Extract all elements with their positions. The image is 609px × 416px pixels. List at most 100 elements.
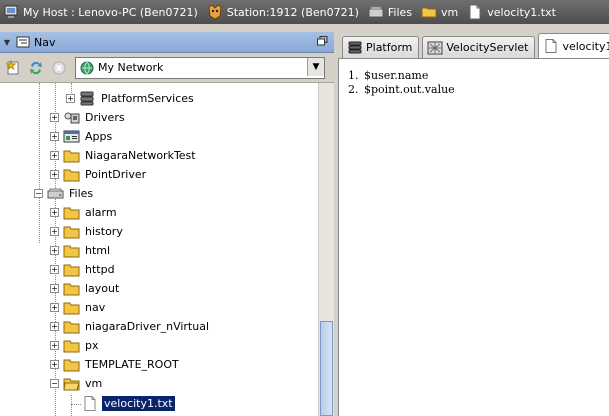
breadcrumb-host[interactable]: My Host : Lenovo-PC (Ben0721) — [0, 0, 204, 24]
expand-plus-icon[interactable]: + — [50, 151, 59, 160]
station-icon — [208, 4, 222, 20]
expand-plus-icon[interactable]: + — [50, 246, 59, 255]
tree-node-label: alarm — [85, 206, 117, 219]
services-icon — [80, 91, 94, 106]
folder-icon — [63, 283, 80, 296]
new-tree-button[interactable] — [3, 58, 23, 78]
collapse-minus-icon[interactable]: − — [50, 379, 59, 388]
line-text: $point.out.value — [364, 83, 455, 96]
tree-node-alarm[interactable]: + alarm — [50, 203, 119, 222]
breadcrumb-label: Files — [387, 5, 413, 19]
breadcrumb-station[interactable]: Station:1912 (Ben0721) — [204, 0, 365, 24]
breadcrumb-label: Station:1912 (Ben0721) — [226, 5, 359, 19]
refresh-button[interactable] — [26, 58, 46, 78]
folder-icon — [63, 169, 80, 182]
breadcrumb-file[interactable]: velocity1.txt — [464, 0, 562, 24]
tab-platform[interactable]: Platform — [342, 36, 420, 58]
breadcrumb: My Host : Lenovo-PC (Ben0721) Station:19… — [0, 0, 609, 24]
tree-node-label: nav — [85, 301, 106, 314]
folder-icon — [63, 245, 80, 258]
folder-open-icon — [63, 378, 80, 391]
expand-plus-icon[interactable]: + — [50, 341, 59, 350]
nav-title: Nav — [34, 35, 56, 49]
collapse-minus-icon[interactable]: − — [34, 189, 43, 198]
breadcrumb-label: My Host : Lenovo-PC (Ben0721) — [23, 5, 198, 19]
toolbar-gap — [0, 24, 609, 32]
tree-node-label: Drivers — [85, 111, 125, 124]
expand-plus-icon[interactable]: + — [50, 360, 59, 369]
tree-node-px[interactable]: + px — [50, 336, 101, 355]
network-select-value: My Network — [98, 61, 164, 74]
tab-label: VelocityServlet — [446, 41, 529, 54]
tree-node-nav[interactable]: + nav — [50, 298, 107, 317]
editor-line[interactable]: 1. $user.name — [348, 69, 428, 82]
tree-node-label: vm — [85, 377, 103, 390]
close-circle-icon — [52, 61, 66, 74]
tab-label: velocity1.txt — [562, 39, 609, 53]
tree-node-apps[interactable]: + Apps — [50, 127, 114, 146]
expand-plus-icon[interactable]: + — [50, 227, 59, 236]
platform-icon — [348, 41, 362, 53]
chevron-down-icon[interactable]: ▼ — [307, 57, 324, 76]
expand-plus-icon[interactable]: + — [66, 94, 75, 103]
tree-node-label: Files — [69, 187, 94, 200]
tree-node-niagaranetworktest[interactable]: + NiagaraNetworkTest — [50, 146, 198, 165]
expand-plus-icon[interactable]: + — [50, 132, 59, 141]
tree-scrollbar[interactable] — [318, 83, 335, 416]
scrollbar-thumb[interactable] — [320, 321, 333, 416]
tree-node-html[interactable]: + html — [50, 241, 112, 260]
tree-node-template-root[interactable]: + TEMPLATE_ROOT — [50, 355, 181, 374]
globe-icon — [80, 61, 94, 75]
breadcrumb-label: velocity1.txt — [487, 5, 556, 19]
drivers-icon — [64, 112, 80, 124]
text-editor[interactable]: 1. $user.name 2. $point.out.value — [338, 58, 609, 416]
expand-plus-icon[interactable]: + — [50, 265, 59, 274]
tree-node-history[interactable]: + history — [50, 222, 125, 241]
folder-icon — [63, 207, 80, 220]
line-text: $user.name — [364, 69, 429, 82]
expand-plus-icon[interactable]: + — [50, 170, 59, 179]
tree-node-label: NiagaraNetworkTest — [85, 149, 196, 162]
tree-node-niagaradriver-nvirtual[interactable]: + niagaraDriver_nVirtual — [50, 317, 211, 336]
network-select[interactable]: My Network ▼ — [75, 56, 325, 79]
expand-plus-icon[interactable]: + — [50, 322, 59, 331]
folder-icon — [63, 226, 80, 239]
tree-node-drivers[interactable]: + Drivers — [50, 108, 127, 127]
tree-node-label: PlatformServices — [101, 92, 194, 105]
tree-node-pointdriver[interactable]: + PointDriver — [50, 165, 148, 184]
tab-velocity1-txt[interactable]: velocity1.txt — [538, 33, 609, 58]
expand-plus-icon[interactable]: + — [50, 303, 59, 312]
tab-label: Platform — [366, 41, 413, 54]
tree-node-label: niagaraDriver_nVirtual — [85, 320, 210, 333]
folder-icon — [368, 6, 384, 18]
tab-velocityservlet[interactable]: VelocityServlet — [422, 36, 536, 58]
tree-node-label: httpd — [85, 263, 115, 276]
editor-line[interactable]: 2. $point.out.value — [348, 83, 455, 96]
expand-plus-icon[interactable]: + — [50, 284, 59, 293]
line-number: 1. — [348, 69, 359, 82]
tree-node-platformservices[interactable]: + PlatformServices — [66, 89, 196, 108]
file-icon — [469, 4, 481, 20]
folder-icon — [63, 264, 80, 277]
folder-icon — [63, 302, 80, 315]
tree-node-velocity1-txt[interactable]: velocity1.txt — [82, 394, 176, 413]
tree-node-label: history — [85, 225, 123, 238]
expand-plus-icon[interactable]: + — [50, 208, 59, 217]
folder-icon — [63, 340, 80, 353]
tree-node-label: px — [85, 339, 99, 352]
tree-node-files[interactable]: − Files — [34, 184, 95, 203]
file-icon — [84, 396, 96, 411]
tree-node-vm[interactable]: − vm — [50, 374, 104, 393]
tree-node-layout[interactable]: + layout — [50, 279, 121, 298]
close-tree-button[interactable] — [49, 58, 69, 78]
line-number: 2. — [348, 83, 359, 96]
expand-plus-icon[interactable]: + — [50, 113, 59, 122]
host-icon — [4, 5, 18, 18]
collapse-arrow-icon[interactable]: ▼ — [0, 38, 14, 47]
tree-node-httpd[interactable]: + httpd — [50, 260, 117, 279]
breadcrumb-files[interactable]: Files — [365, 0, 418, 24]
breadcrumb-vm[interactable]: vm — [418, 0, 464, 24]
folder-icon — [63, 321, 80, 334]
restore-icon[interactable] — [317, 36, 328, 46]
tree-node-label: Apps — [85, 130, 113, 143]
